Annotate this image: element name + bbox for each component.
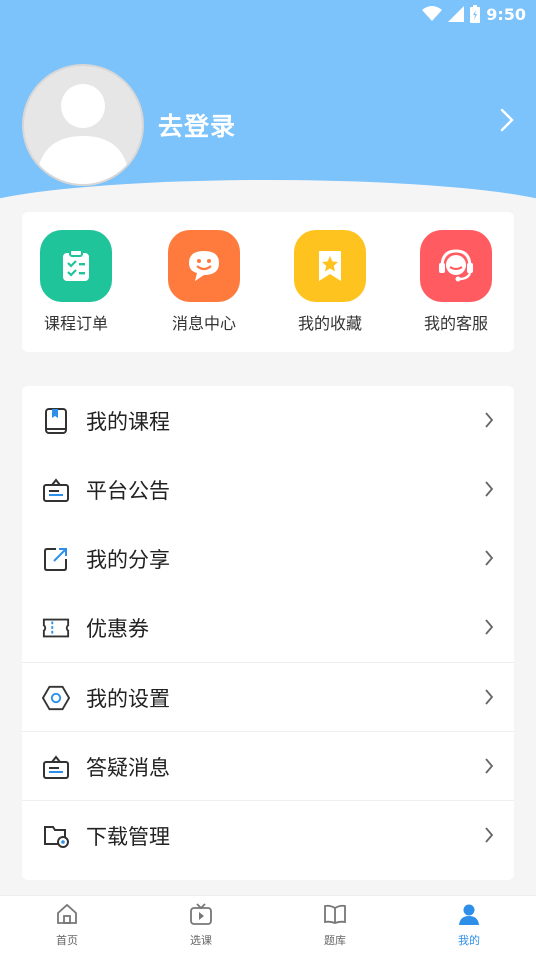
quick-item-customer-service[interactable]: 我的客服	[406, 230, 506, 334]
menu-label: 下载管理	[86, 824, 170, 849]
menu-label: 优惠券	[86, 616, 149, 641]
chevron-right-icon	[484, 411, 494, 433]
chevron-right-icon	[484, 688, 494, 710]
announcement-icon	[42, 476, 70, 504]
tab-label: 我的	[458, 934, 480, 947]
open-book-icon	[323, 904, 347, 930]
menu-item-download-manager[interactable]: 下载管理	[22, 800, 514, 870]
tab-question-bank[interactable]: 题库	[295, 902, 375, 948]
menu-label: 我的设置	[86, 686, 170, 711]
bottom-tab-bar: 首页 选课 题库 我的	[0, 895, 536, 953]
wifi-icon	[422, 6, 443, 22]
chevron-right-icon	[484, 618, 494, 640]
quick-label: 我的客服	[423, 314, 488, 333]
menu-label: 答疑消息	[86, 755, 170, 780]
tv-play-icon	[189, 903, 213, 930]
menu-item-my-shares[interactable]: 我的分享	[22, 524, 514, 593]
quick-item-favorites[interactable]: 我的收藏	[280, 230, 380, 334]
status-time: 9:50	[486, 4, 526, 24]
download-folder-icon	[42, 822, 70, 850]
chat-face-icon	[168, 230, 240, 302]
avatar[interactable]	[22, 64, 144, 186]
chevron-right-icon	[484, 549, 494, 571]
menu-item-my-courses[interactable]: 我的课程	[22, 386, 514, 455]
menu-item-settings[interactable]: 我的设置	[22, 662, 514, 732]
message-icon	[42, 753, 70, 781]
user-icon	[457, 904, 481, 930]
chevron-right-icon[interactable]	[500, 108, 514, 136]
chevron-right-icon	[484, 757, 494, 779]
home-icon	[55, 903, 79, 930]
quick-item-course-orders[interactable]: 课程订单	[26, 230, 126, 334]
headset-icon	[420, 230, 492, 302]
coupon-icon	[42, 614, 70, 642]
quick-label: 课程订单	[43, 314, 108, 333]
menu-label: 我的分享	[86, 547, 170, 572]
quick-label: 我的收藏	[297, 314, 362, 333]
clipboard-check-icon	[40, 230, 112, 302]
quick-actions-card: 课程订单 消息中心 我的收藏 我的客服	[22, 212, 514, 352]
quick-item-message-center[interactable]: 消息中心	[154, 230, 254, 334]
book-icon	[42, 407, 70, 435]
login-area[interactable]: 去登录	[22, 64, 236, 186]
tab-mine[interactable]: 我的	[429, 902, 509, 948]
tab-label: 选课	[190, 934, 212, 947]
tab-label: 题库	[324, 934, 346, 947]
tab-course-selection[interactable]: 选课	[161, 902, 241, 948]
settings-icon	[42, 684, 70, 712]
menu-list: 我的课程 平台公告 我的分享 优惠券 我的设置 答疑消息 下载管理	[22, 386, 514, 880]
status-bar: 9:50	[422, 2, 526, 26]
signal-icon	[448, 6, 465, 22]
star-bookmark-icon	[294, 230, 366, 302]
menu-label: 平台公告	[86, 478, 170, 503]
tab-home[interactable]: 首页	[27, 902, 107, 948]
battery-icon	[470, 5, 481, 23]
menu-item-coupons[interactable]: 优惠券	[22, 593, 514, 662]
login-text[interactable]: 去登录	[158, 107, 236, 143]
quick-label: 消息中心	[171, 314, 236, 333]
default-avatar-icon	[36, 84, 130, 184]
tab-label: 首页	[56, 934, 78, 947]
chevron-right-icon	[484, 480, 494, 502]
share-icon	[42, 545, 70, 573]
menu-item-qa-messages[interactable]: 答疑消息	[22, 731, 514, 801]
menu-label: 我的课程	[86, 409, 170, 434]
menu-item-announcements[interactable]: 平台公告	[22, 455, 514, 524]
chevron-right-icon	[484, 826, 494, 848]
